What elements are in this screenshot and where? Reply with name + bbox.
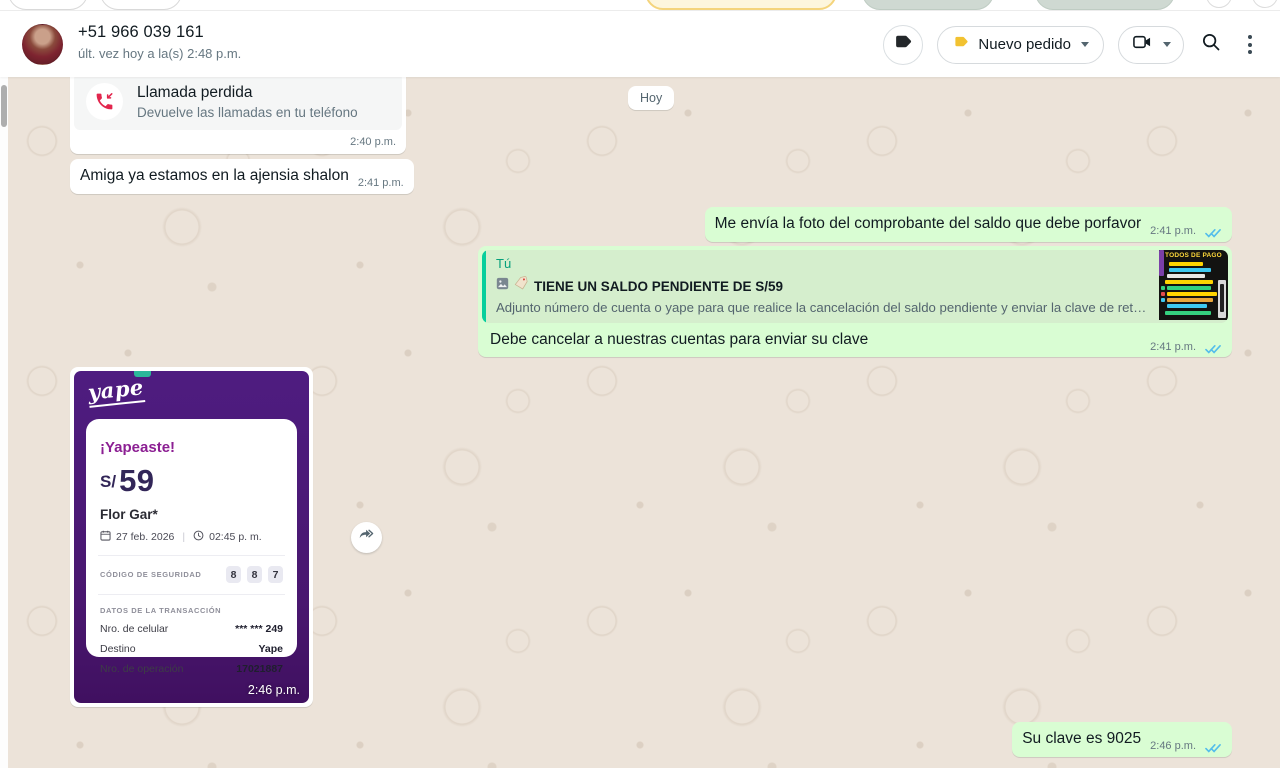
menu-button[interactable] (1238, 31, 1262, 58)
row-value: 17021887 (236, 663, 283, 675)
missed-call-subtitle: Devuelve las llamadas en tu teléfono (137, 105, 358, 120)
code-digit: 8 (226, 566, 241, 583)
label-button[interactable] (883, 25, 923, 65)
message-time: 2:46 p.m. (248, 683, 300, 697)
missed-call-title: Llamada perdida (137, 84, 358, 102)
missed-call-texts: Llamada perdida Devuelve las llamadas en… (137, 84, 358, 120)
chat-header: +51 966 039 161 últ. vez hoy a la(s) 2:4… (0, 10, 1280, 77)
cutoff-pill-yellow[interactable] (645, 0, 837, 10)
yape-receipt-image[interactable]: yape ¡Yapeaste! S/ 59 Flor Gar* 27 feb. … (74, 371, 309, 703)
cutoff-pill-sage[interactable] (862, 0, 994, 10)
contact-info[interactable]: +51 966 039 161 últ. vez hoy a la(s) 2:4… (78, 23, 241, 61)
missed-call-icon (86, 83, 123, 120)
new-order-button[interactable]: Nuevo pedido (937, 26, 1104, 64)
quote-snippet: Adjunto número de cuenta o yape para que… (496, 300, 1147, 315)
scrollbar-thumb[interactable] (1, 85, 7, 127)
payee-name: Flor Gar* (100, 507, 283, 522)
read-receipt-icon (1205, 228, 1222, 239)
transaction-row: Nro. de celular *** *** 249 (100, 623, 283, 635)
outgoing-message: Su clave es 9025 2:46 p.m. (1012, 722, 1232, 757)
quoted-thumbnail[interactable]: TODOS DE PAGO (1159, 250, 1228, 320)
code-digit: 7 (268, 566, 283, 583)
row-label: Destino (100, 643, 136, 655)
search-button[interactable] (1198, 32, 1224, 58)
scrollbar-track[interactable] (0, 77, 8, 768)
cutoff-pill[interactable] (8, 0, 88, 10)
video-call-button[interactable] (1118, 26, 1184, 64)
label-icon (892, 31, 914, 58)
meta-separator: | (182, 531, 185, 543)
photo-icon (496, 277, 509, 295)
row-value: *** *** 249 (235, 623, 283, 635)
cutoff-pill-sage[interactable] (1035, 0, 1175, 10)
receipt-amount: S/ 59 (100, 466, 283, 496)
currency-symbol: S/ (100, 472, 116, 492)
transaction-row: Nro. de operación 17021887 (100, 663, 283, 675)
forward-icon (357, 526, 376, 550)
receipt-time: 02:45 p. m. (209, 531, 262, 543)
message-text: Debe cancelar a nuestras cuentas para en… (490, 329, 1141, 350)
read-receipt-icon (1205, 344, 1222, 355)
conversation-panel: Hoy Llamada perdida Devuelve las llamada… (0, 77, 1280, 768)
header-actions: Nuevo pedido (883, 11, 1262, 78)
clock-icon (193, 530, 204, 544)
chevron-down-icon (1163, 42, 1171, 47)
quoted-message[interactable]: Tú TIENE UN SALDO PENDIENTE DE S/59 Adju… (482, 250, 1228, 323)
message-time: 2:41 p.m. (1150, 225, 1196, 237)
contact-phone: +51 966 039 161 (78, 23, 241, 42)
quote-title: TIENE UN SALDO PENDIENTE DE S/59 (534, 279, 783, 294)
transaction-row: Destino Yape (100, 643, 283, 655)
outgoing-message: Me envía la foto del comprobante del sal… (705, 207, 1232, 242)
new-order-label: Nuevo pedido (978, 36, 1071, 53)
chevron-down-icon (1081, 42, 1089, 47)
price-tag-icon (514, 276, 529, 296)
message-time: 2:46 p.m. (1150, 740, 1196, 752)
receipt-meta: 27 feb. 2026 | 02:45 p. m. (100, 530, 283, 544)
message-time: 2:40 p.m. (74, 130, 402, 148)
cutoff-circle (1252, 0, 1278, 8)
whatsapp-chat-window: +51 966 039 161 últ. vez hoy a la(s) 2:4… (0, 0, 1280, 768)
missed-call-panel[interactable]: Llamada perdida Devuelve las llamadas en… (74, 77, 402, 130)
divider (98, 555, 285, 556)
message-text: Me envía la foto del comprobante del sal… (715, 213, 1142, 234)
missed-call-message: Llamada perdida Devuelve las llamadas en… (70, 77, 406, 154)
security-code-label: CÓDIGO DE SEGURIDAD (100, 570, 201, 579)
calendar-icon (100, 530, 111, 544)
row-value: Yape (258, 643, 283, 655)
quote-content: Tú TIENE UN SALDO PENDIENTE DE S/59 Adju… (486, 250, 1159, 323)
row-label: Nro. de celular (100, 623, 168, 635)
receipt-card: ¡Yapeaste! S/ 59 Flor Gar* 27 feb. 2026 … (86, 419, 297, 657)
message-text: Amiga ya estamos en la ajensia shalon (80, 165, 349, 186)
row-label: Nro. de operación (100, 663, 183, 675)
date-divider: Hoy (628, 86, 674, 110)
video-call-icon (1131, 31, 1153, 58)
read-receipt-icon (1205, 743, 1222, 754)
divider (98, 594, 285, 595)
search-icon (1200, 31, 1222, 58)
incoming-message: Amiga ya estamos en la ajensia shalon 2:… (70, 159, 414, 194)
receipt-title: ¡Yapeaste! (100, 439, 283, 456)
outgoing-message-with-quote: Tú TIENE UN SALDO PENDIENTE DE S/59 Adju… (478, 246, 1232, 357)
cutoff-pill[interactable] (100, 0, 182, 10)
image-message: yape ¡Yapeaste! S/ 59 Flor Gar* 27 feb. … (70, 367, 313, 707)
cutoff-circle (1206, 0, 1232, 8)
code-digit: 8 (247, 566, 262, 583)
thumbnail-title: TODOS DE PAGO (1159, 250, 1228, 259)
amount-value: 59 (119, 466, 154, 496)
security-code-digits: 8 8 7 (226, 566, 283, 583)
quote-sender: Tú (496, 256, 1147, 271)
receipt-date: 27 feb. 2026 (116, 531, 174, 543)
order-tag-icon (952, 33, 970, 56)
yape-logo: yape (87, 374, 145, 408)
transaction-data-label: DATOS DE LA TRANSACCIÓN (100, 606, 283, 615)
message-time: 2:41 p.m. (1150, 341, 1196, 353)
contact-last-seen: últ. vez hoy a la(s) 2:48 p.m. (78, 46, 241, 61)
contact-avatar[interactable] (22, 24, 63, 65)
top-cutoff-strip (0, 0, 1280, 10)
forward-button[interactable] (351, 522, 382, 553)
message-time: 2:41 p.m. (358, 177, 404, 189)
message-text: Su clave es 9025 (1022, 728, 1141, 749)
